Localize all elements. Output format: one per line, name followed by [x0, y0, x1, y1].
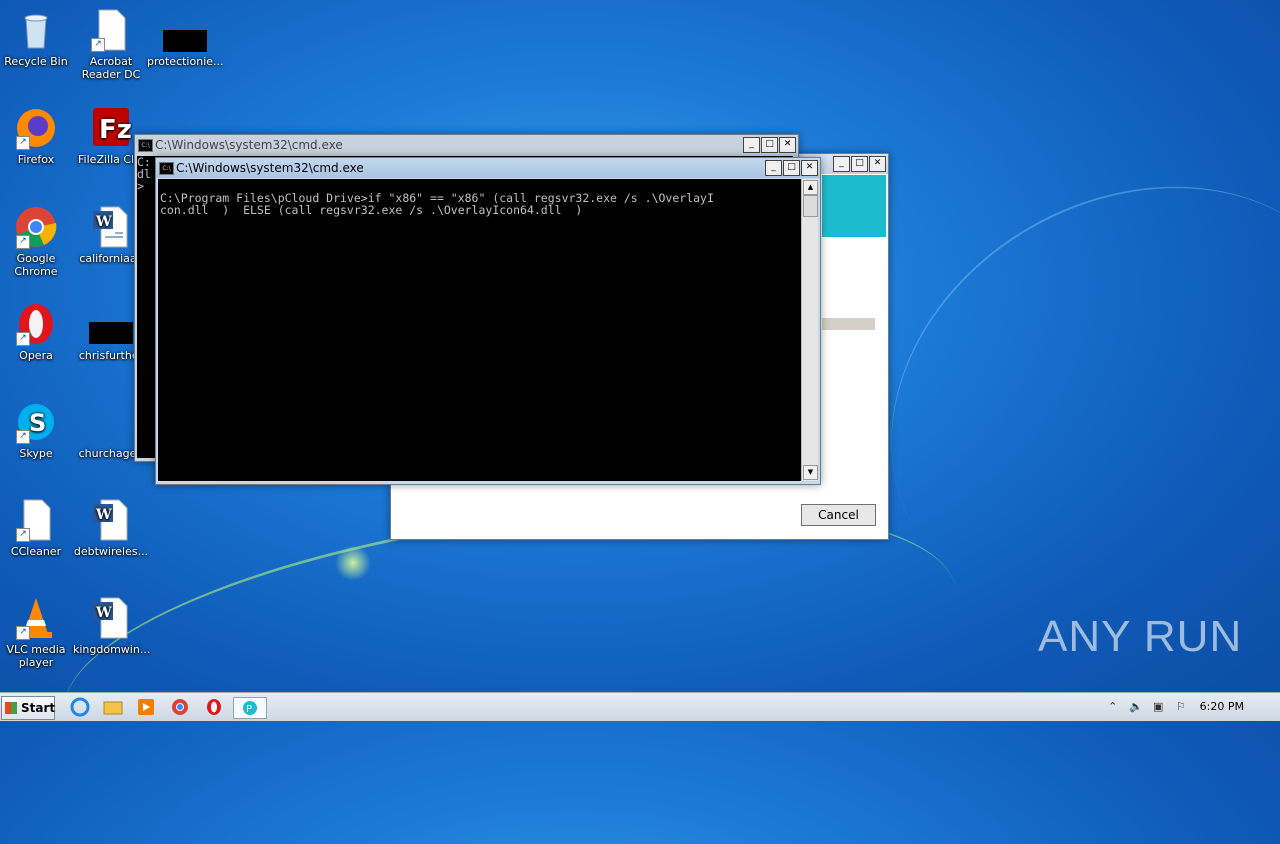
desktop-icon-kingdomwin[interactable]: W kingdomwin... [73, 596, 150, 656]
svg-text:S: S [29, 409, 46, 437]
ie-icon[interactable] [68, 697, 92, 717]
desktop-icon-vlc[interactable]: ↗ VLC media player [0, 596, 74, 669]
window-controls: _ □ ✕ [743, 137, 796, 153]
document-icon: ↗ [14, 498, 58, 542]
word-document-icon: W [89, 498, 133, 542]
wallpaper-glow [335, 545, 371, 581]
cmd-front-console[interactable]: C:\Program Files\pCloud Drive>if "x86" =… [158, 179, 801, 481]
installer-header-banner [822, 175, 886, 237]
desktop-icon-ccleaner[interactable]: ↗ CCleaner [0, 498, 74, 558]
filezilla-icon: Fz [89, 106, 133, 150]
maximize-icon[interactable]: □ [851, 156, 868, 172]
skype-icon: S ↗ [14, 400, 58, 444]
cmd-front-title: C:\Windows\system32\cmd.exe [176, 161, 364, 175]
desktop-icon-debtwireles[interactable]: W debtwireles... [73, 498, 149, 558]
recycle-bin-icon [14, 8, 58, 52]
pcloud-taskbar-icon[interactable]: P [233, 697, 267, 719]
minimize-icon[interactable]: _ [743, 137, 760, 153]
desktop-icon-acrobat[interactable]: ↗ Acrobat Reader DC [73, 8, 149, 81]
redacted-icon [163, 8, 207, 52]
cmd-front-titlebar[interactable]: C:\ C:\Windows\system32\cmd.exe _ □ ✕ [156, 158, 820, 178]
vlc-cone-icon: ↗ [14, 596, 58, 640]
cmd-vertical-scrollbar[interactable]: ▲ ▼ [801, 179, 818, 481]
cancel-button[interactable]: Cancel [801, 504, 876, 526]
close-icon[interactable]: ✕ [779, 137, 796, 153]
progress-bar-track [822, 318, 875, 330]
redacted-icon [89, 302, 133, 346]
windows-logo-icon [5, 702, 17, 714]
show-hidden-icons-icon[interactable]: ⌃ [1108, 700, 1117, 713]
word-document-icon: W [89, 596, 133, 640]
cmd-icon: C:\ [159, 162, 174, 175]
scroll-up-arrow-icon[interactable]: ▲ [803, 180, 818, 195]
minimize-icon[interactable]: _ [765, 160, 782, 176]
explorer-folder-icon[interactable] [101, 697, 125, 717]
desktop-icon-google-chrome[interactable]: ↗ Google Chrome [0, 205, 74, 278]
window-controls: _ □ ✕ [765, 160, 818, 176]
document-icon: ↗ [89, 8, 133, 52]
close-icon[interactable]: ✕ [869, 156, 886, 172]
opera-icon: ↗ [14, 302, 58, 346]
cmd-window-front[interactable]: C:\ C:\Windows\system32\cmd.exe _ □ ✕ C:… [155, 157, 821, 485]
anyrun-watermark: ANY RUN [1038, 612, 1243, 661]
svg-text:Fz: Fz [99, 115, 132, 145]
clock[interactable]: 6:20 PM [1200, 700, 1244, 713]
svg-text:W: W [95, 214, 112, 230]
system-tray: ⌃ 🔈 ▣ ⚐ 6:20 PM [1105, 693, 1280, 721]
desktop-icon-recycle-bin[interactable]: Recycle Bin [0, 8, 74, 68]
desktop-icon-protectionie[interactable]: protectionie... [147, 8, 224, 68]
cmd-back-title: C:\Windows\system32\cmd.exe [155, 138, 343, 152]
close-icon[interactable]: ✕ [801, 160, 818, 176]
scroll-down-arrow-icon[interactable]: ▼ [803, 465, 818, 480]
svg-text:P: P [246, 704, 252, 715]
media-player-icon[interactable] [134, 697, 158, 717]
opera-icon[interactable] [202, 697, 226, 717]
chrome-icon: ↗ [14, 205, 58, 249]
taskbar: Start P ⌃ 🔈 ▣ ⚐ 6:20 PM [0, 692, 1280, 721]
scroll-thumb[interactable] [803, 195, 818, 217]
minimize-icon[interactable]: _ [833, 156, 850, 172]
svg-text:W: W [95, 507, 112, 523]
window-controls: _ □ ✕ [833, 156, 886, 172]
desktop-icon-skype[interactable]: S ↗ Skype [0, 400, 74, 460]
file-icon [89, 400, 133, 444]
desktop-icon-firefox[interactable]: ↗ Firefox [0, 106, 74, 166]
action-center-flag-icon[interactable]: ⚐ [1176, 700, 1186, 713]
firefox-icon: ↗ [14, 106, 58, 150]
console-line: con.dll ) ELSE (call regsvr32.exe /s .\O… [160, 203, 583, 217]
cmd-back-titlebar[interactable]: C:\ C:\Windows\system32\cmd.exe _ □ ✕ [135, 135, 798, 155]
cmd-icon: C:\ [138, 139, 153, 152]
desktop-icon-opera[interactable]: ↗ Opera [0, 302, 74, 362]
maximize-icon[interactable]: □ [761, 137, 778, 153]
chrome-icon[interactable] [168, 697, 192, 717]
volume-icon[interactable]: 🔈 [1129, 700, 1143, 713]
start-button[interactable]: Start [1, 696, 55, 720]
svg-text:W: W [95, 605, 112, 621]
maximize-icon[interactable]: □ [783, 160, 800, 176]
word-document-icon: W [89, 205, 133, 249]
network-icon[interactable]: ▣ [1153, 700, 1163, 713]
